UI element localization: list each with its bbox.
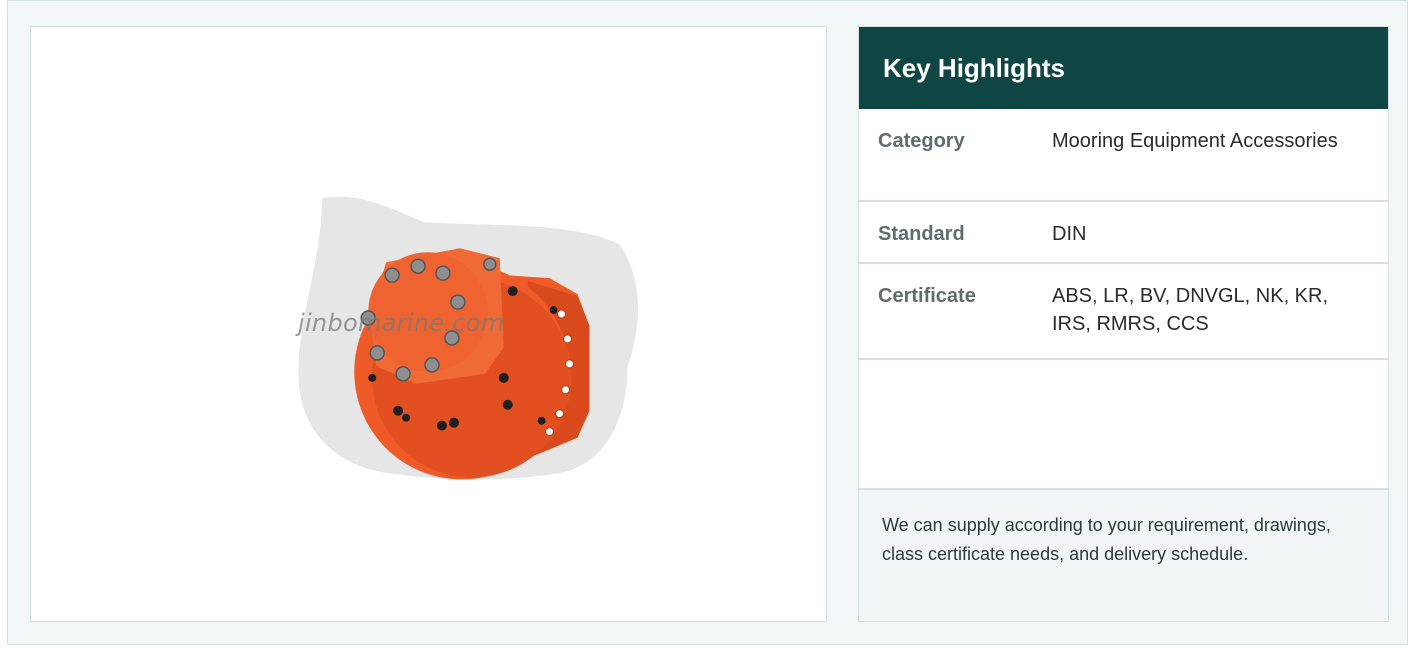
spec-row-category: Category Mooring Equipment Accessories bbox=[859, 109, 1388, 202]
watermark-text: jinbomarine.com bbox=[298, 309, 505, 337]
spec-label: Category bbox=[878, 130, 965, 152]
spec-value: ABS, LR, BV, DNVGL, NK, KR, IRS, RMRS, C… bbox=[1052, 285, 1329, 335]
spec-row-certificate: Certificate ABS, LR, BV, DNVGL, NK, KR, … bbox=[859, 264, 1388, 360]
spec-label: Standard bbox=[878, 223, 965, 245]
spec-label: Certificate bbox=[878, 285, 976, 307]
spec-row-standard: Standard DIN bbox=[859, 202, 1388, 264]
supply-note: We can supply according to your requirem… bbox=[859, 490, 1388, 621]
spec-value: DIN bbox=[1052, 223, 1087, 245]
key-highlights-card: Key Highlights Category Mooring Equipmen… bbox=[858, 26, 1389, 622]
product-image-panel: jinbomarine.com bbox=[30, 26, 827, 622]
highlights-title: Key Highlights bbox=[859, 27, 1388, 109]
spec-value: Mooring Equipment Accessories bbox=[1052, 130, 1338, 152]
empty-row bbox=[859, 360, 1388, 490]
